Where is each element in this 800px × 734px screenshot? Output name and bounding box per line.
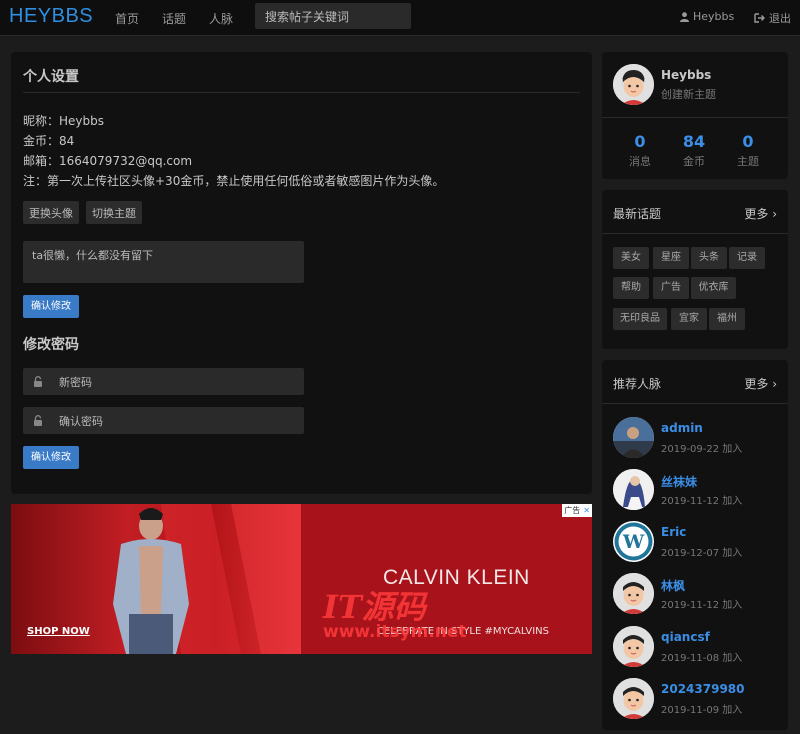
person-name[interactable]: 2024379980 xyxy=(661,682,745,696)
person-join-date: 2019-09-22 加入 xyxy=(661,444,743,455)
recommended-people-card: 推荐人脉 更多 › admin 2019-09-22 加入 丝袜妹 2019-1… xyxy=(602,360,788,730)
ad-badge-label: 广告 xyxy=(564,506,581,515)
topic-tag[interactable]: 优衣库 xyxy=(691,277,736,299)
topic-tag[interactable]: 帮助 xyxy=(613,277,649,299)
svg-text:W: W xyxy=(622,531,645,553)
logout-label: 退出 xyxy=(769,12,791,25)
confirm-password-field[interactable]: 确认密码 xyxy=(23,407,304,434)
topic-tag[interactable]: 无印良品 xyxy=(613,308,667,330)
avatar[interactable]: W xyxy=(613,521,654,562)
default-avatar-icon xyxy=(613,64,654,105)
bio-textarea[interactable]: ta很懒，什么都没有留下 xyxy=(23,241,304,283)
person-join-date: 2019-11-12 加入 xyxy=(661,496,743,507)
change-avatar-button[interactable]: 更换头像 xyxy=(23,201,79,224)
confirm-profile-button[interactable]: 确认修改 xyxy=(23,295,79,318)
nav-topics[interactable]: 话题 xyxy=(162,10,186,27)
person-name[interactable]: Eric xyxy=(661,525,686,539)
topic-tag[interactable]: 福州 xyxy=(709,308,745,330)
stat-topics-value[interactable]: 0 xyxy=(718,132,778,151)
nickname-text: 昵称：Heybbs xyxy=(23,114,104,128)
avatar[interactable] xyxy=(613,678,654,719)
nav-people[interactable]: 人脉 xyxy=(209,10,233,27)
latest-topics-card: 最新话题 更多 › 美女 星座 头条 记录 帮助 广告 优衣库 无印良品 宜家 … xyxy=(602,190,788,349)
ad-banner[interactable]: SHOP NOW CALVIN KLEIN CELEBRATE IN STYLE… xyxy=(11,504,592,654)
nav-home[interactable]: 首页 xyxy=(115,10,139,27)
profile-username[interactable]: Heybbs xyxy=(661,68,711,82)
topic-tag[interactable]: 宜家 xyxy=(671,308,707,330)
photo-avatar-icon xyxy=(613,417,654,458)
stat-coins-value[interactable]: 84 xyxy=(664,132,724,151)
topics-card-title: 最新话题 xyxy=(613,207,662,221)
search-input[interactable]: 搜索帖子关键词 xyxy=(255,3,411,29)
avatar[interactable] xyxy=(613,469,654,510)
chevron-right-icon: › xyxy=(772,377,777,391)
logout-link[interactable]: 退出 xyxy=(754,10,791,26)
stat-messages-label: 消息 xyxy=(629,155,651,168)
watermark-url: www.itsym.net xyxy=(323,622,467,642)
default-avatar-icon xyxy=(613,678,654,719)
email-text: 邮箱：1664079732@qq.com xyxy=(23,154,193,168)
create-topic-link[interactable]: 创建新主题 xyxy=(661,86,716,102)
topics-more-link[interactable]: 更多 › xyxy=(744,205,777,222)
avatar-note: 注：第一次上传社区头像+30金币，禁止使用任何低俗或者敏感图片作为头像。 xyxy=(23,174,445,188)
default-avatar-icon xyxy=(613,626,654,667)
photo-avatar-icon xyxy=(613,469,654,510)
user-menu-label: Heybbs xyxy=(693,10,735,23)
topic-tag[interactable]: 记录 xyxy=(729,247,765,269)
avatar[interactable] xyxy=(613,626,654,667)
new-password-placeholder: 新密码 xyxy=(59,375,92,389)
person-name[interactable]: admin xyxy=(661,421,703,435)
person-name[interactable]: 林枫 xyxy=(661,577,685,594)
person-join-date: 2019-11-08 加入 xyxy=(661,653,743,664)
close-icon[interactable]: ✕ xyxy=(583,506,590,515)
people-card-title: 推荐人脉 xyxy=(613,377,662,391)
stat-messages-value[interactable]: 0 xyxy=(610,132,670,151)
confirm-password-button[interactable]: 确认修改 xyxy=(23,446,79,469)
avatar[interactable] xyxy=(613,417,654,458)
topic-tag[interactable]: 美女 xyxy=(613,247,649,269)
user-menu[interactable]: Heybbs xyxy=(680,10,734,23)
topic-tag[interactable]: 头条 xyxy=(691,247,727,269)
topic-tag[interactable]: 广告 xyxy=(653,277,689,299)
topics-more-label: 更多 xyxy=(744,207,769,221)
person-name[interactable]: 丝袜妹 xyxy=(661,473,697,490)
people-more-label: 更多 xyxy=(744,377,769,391)
top-navbar: HEYBBS 首页 话题 人脉 搜索帖子关键词 Heybbs 退出 xyxy=(0,0,800,36)
people-more-link[interactable]: 更多 › xyxy=(744,375,777,392)
coins-text: 金币：84 xyxy=(23,134,75,148)
lock-icon xyxy=(34,415,42,426)
wordpress-icon: W xyxy=(614,522,653,561)
sign-out-icon xyxy=(754,13,765,23)
avatar[interactable] xyxy=(613,64,654,105)
topic-tag[interactable]: 星座 xyxy=(653,247,689,269)
lock-icon xyxy=(34,376,42,387)
chevron-right-icon: › xyxy=(772,207,777,221)
person-join-date: 2019-12-07 加入 xyxy=(661,548,743,559)
person-join-date: 2019-11-12 加入 xyxy=(661,600,743,611)
avatar[interactable] xyxy=(613,573,654,614)
stat-coins-label: 金币 xyxy=(683,155,705,168)
confirm-password-placeholder: 确认密码 xyxy=(59,414,103,428)
password-section-title: 修改密码 xyxy=(23,337,79,353)
person-join-date: 2019-11-09 加入 xyxy=(661,705,743,716)
profile-card: Heybbs 创建新主题 0 消息 84 金币 0 主题 xyxy=(602,52,788,179)
shop-now-link[interactable]: SHOP NOW xyxy=(27,626,90,637)
title-divider xyxy=(23,92,580,93)
topics-divider xyxy=(602,233,788,234)
user-icon xyxy=(680,11,689,22)
ad-badge[interactable]: 广告 ✕ xyxy=(562,504,592,517)
person-name[interactable]: qiancsf xyxy=(661,630,710,644)
profile-divider xyxy=(602,117,788,118)
settings-panel: 个人设置 昵称：Heybbs 金币：84 邮箱：1664079732@qq.co… xyxy=(11,52,592,494)
new-password-field[interactable]: 新密码 xyxy=(23,368,304,395)
change-theme-button[interactable]: 切换主题 xyxy=(86,201,142,224)
people-divider xyxy=(602,403,788,404)
settings-title: 个人设置 xyxy=(23,69,79,85)
site-logo[interactable]: HEYBBS xyxy=(9,5,93,28)
stat-topics-label: 主题 xyxy=(737,155,759,168)
default-avatar-icon xyxy=(613,573,654,614)
